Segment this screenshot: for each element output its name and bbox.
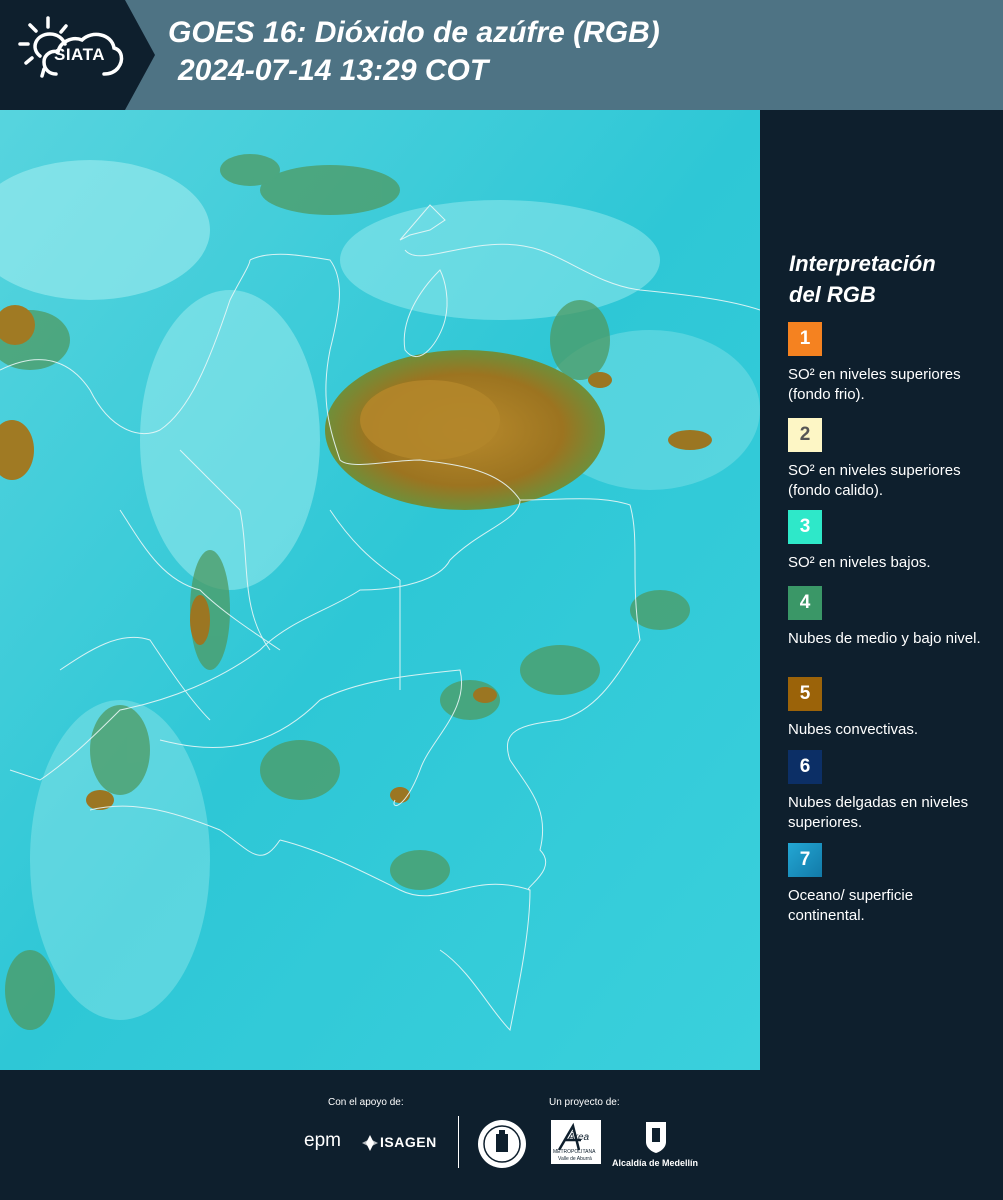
satellite-map — [0, 110, 761, 1070]
title-line-1: GOES 16: Dióxido de azúfre (RGB) — [168, 16, 660, 49]
legend-item-text: Nubes de medio y bajo nivel. — [788, 630, 981, 647]
legend-item-3: 3 SO² en niveles bajos. — [788, 510, 993, 573]
rgb-legend: Interpretación del RGB 1 SO² en niveles … — [760, 110, 1003, 1070]
medellin-seal-icon — [478, 1120, 526, 1168]
alcaldia-shield-icon — [646, 1122, 666, 1153]
legend-swatch-2: 2 — [788, 418, 822, 452]
footer-sponsors: Con el apoyo de: Un proyecto de: epm ISA… — [0, 1070, 1003, 1200]
area-logo-sub1: METROPOLITANA — [553, 1149, 596, 1155]
support-label: Con el apoyo de: — [328, 1097, 404, 1108]
legend-swatch-1: 1 — [788, 322, 822, 356]
legend-swatch-5: 5 — [788, 677, 822, 711]
legend-item-text: Nubes delgadas en niveles superiores. — [788, 794, 969, 831]
legend-swatch-number: 4 — [799, 592, 811, 613]
footer-divider — [458, 1116, 459, 1168]
legend-swatch-7: 7 — [788, 843, 822, 877]
satellite-map-image — [0, 110, 761, 1070]
legend-swatch-6: 6 — [788, 750, 822, 784]
legend-title-line-1: Interpretación — [789, 251, 936, 276]
title-line-2-timestamp: 2024-07-14 13:29 COT — [178, 54, 489, 87]
legend-swatch-number: 3 — [799, 516, 811, 537]
legend-item-text: SO² en niveles superiores (fondo calido)… — [788, 462, 961, 499]
header-bar: SIATA GOES 16: Dióxido de azúfre (RGB) 2… — [0, 0, 1003, 110]
legend-item-text: Oceano/ superficie continental. — [788, 887, 914, 924]
legend-swatch-4: 4 — [788, 586, 822, 620]
alcaldia-label: Alcaldía de Medellín — [612, 1158, 699, 1168]
legend-item-2: 2 SO² en niveles superiores (fondo calid… — [788, 418, 993, 501]
siata-logo-text: SIATA — [54, 45, 105, 64]
legend-swatch-number: 1 — [799, 328, 811, 349]
legend-item-1: 1 SO² en niveles superiores (fondo frio)… — [788, 322, 993, 405]
area-logo-text: Área — [568, 1132, 590, 1143]
legend-swatch-number: 2 — [799, 424, 811, 445]
legend-item-text: SO² en niveles bajos. — [788, 554, 931, 571]
legend-item-text: Nubes convectivas. — [788, 721, 919, 738]
siata-logo: SIATA — [0, 0, 155, 110]
legend-swatch-number: 7 — [799, 849, 811, 870]
isagen-logo-icon — [362, 1135, 378, 1151]
legend-swatch-number: 5 — [799, 683, 811, 704]
project-label: Un proyecto de: — [549, 1097, 620, 1108]
epm-logo: epm — [304, 1130, 341, 1151]
legend-title: Interpretación del RGB — [789, 248, 936, 310]
legend-title-line-2: del RGB — [789, 282, 876, 307]
legend-item-4: 4 Nubes de medio y bajo nivel. — [788, 586, 993, 649]
area-logo-sub2: Valle de Aburrá — [558, 1156, 592, 1162]
legend-swatch-3: 3 — [788, 510, 822, 544]
page-title: GOES 16: Dióxido de azúfre (RGB) 2024-07… — [168, 14, 660, 90]
legend-item-7: 7 Oceano/ superficie continental. — [788, 843, 993, 926]
legend-swatch-number: 6 — [799, 756, 811, 777]
legend-item-5: 5 Nubes convectivas. — [788, 677, 993, 740]
legend-item-text: SO² en niveles superiores (fondo frio). — [788, 366, 961, 403]
isagen-logo: ISAGEN — [380, 1134, 437, 1150]
legend-item-6: 6 Nubes delgadas en niveles superiores. — [788, 750, 993, 833]
